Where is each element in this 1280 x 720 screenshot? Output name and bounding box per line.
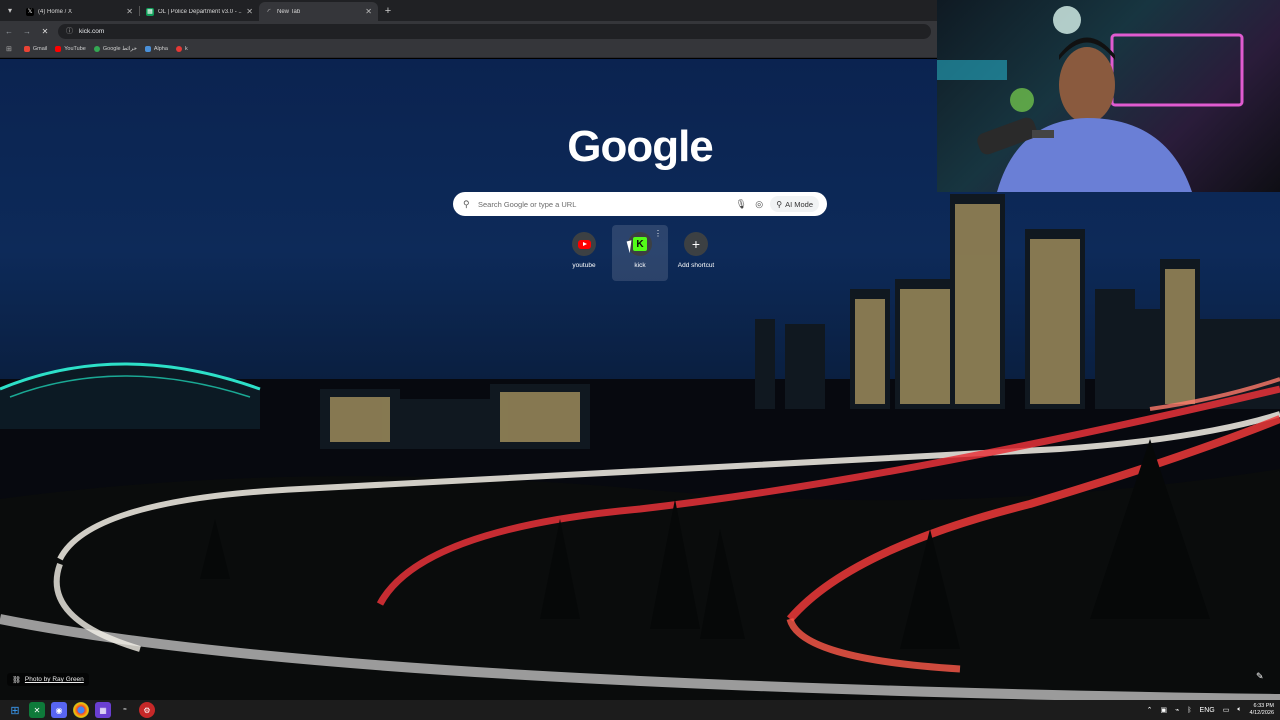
chrome-icon[interactable] (73, 702, 89, 718)
tab-title: (4) Home / X (38, 8, 73, 15)
browser-toolbar: ← → ✕ ⓘ kick.com (0, 21, 937, 41)
ai-mode-label: AI Mode (785, 199, 813, 209)
tab-home-x[interactable]: 𝕏 (4) Home / X ✕ (20, 2, 139, 21)
shortcuts-row: youtube ⋮ K kick + Add shortcut (556, 225, 724, 281)
tab-search-icon[interactable]: ▾ (0, 0, 20, 21)
bookmark-favicon-icon (175, 46, 182, 52)
system-tray: ⌃ ▣ ⌁ ᛒ ENG ▭ 🔈︎ 6:33 PM 4/12/2026 (1139, 703, 1280, 717)
photo-credit[interactable]: ⛓ Photo by Ray Green (7, 673, 89, 686)
youtube-icon (55, 46, 62, 52)
usb-icon[interactable]: ⌁ (1175, 706, 1179, 714)
tab-strip: ▾ 𝕏 (4) Home / X ✕ ▦ OL | Police Departm… (0, 0, 937, 21)
bookmark-label: Alpha (153, 46, 168, 52)
maps-pin-icon (93, 46, 100, 52)
obs-app-icon[interactable]: ≈ (117, 702, 133, 718)
google-lens-icon[interactable]: ◎ (752, 199, 766, 210)
more-options-icon[interactable]: ⋮ (654, 229, 662, 238)
plus-icon: + (691, 236, 701, 252)
bookmark-youtube[interactable]: YouTube (55, 46, 86, 52)
chevron-up-icon[interactable]: ⌃ (1147, 706, 1153, 714)
ai-search-icon: ⚲ (776, 199, 783, 209)
alpha-icon (144, 46, 151, 52)
taskbar-apps: ⊞ ✕ ◉ ▦ ≈ ⚙ (0, 702, 161, 718)
app-grid-icon[interactable]: ▦ (95, 702, 111, 718)
bookmark-label: k (184, 46, 188, 52)
bookmark-gmail[interactable]: Gmail (23, 46, 48, 52)
shortcut-icon-circle (572, 232, 596, 256)
bookmark-label: Google خرائط (102, 46, 137, 52)
bookmark-alpha[interactable]: Alpha (144, 46, 168, 52)
taskbar: ⊞ ✕ ◉ ▦ ≈ ⚙ ⌃ ▣ ⌁ ᛒ ENG ▭ 🔈︎ 6:33 PM 4/1… (0, 700, 1280, 720)
forward-icon[interactable]: → (18, 22, 36, 40)
ai-mode-button[interactable]: ⚲ AI Mode (770, 196, 819, 212)
shortcut-youtube[interactable]: youtube (556, 225, 612, 281)
webcam-image (937, 6, 1244, 192)
apps-grid-icon[interactable]: ⊞ (6, 45, 12, 53)
address-bar[interactable]: ⓘ kick.com (58, 23, 931, 39)
new-tab-button[interactable]: + (378, 0, 398, 21)
shortcut-label: Add shortcut (677, 262, 715, 269)
steam-icon[interactable]: ⚙ (139, 702, 155, 718)
shortcut-icon-circle: + (684, 232, 708, 256)
close-icon[interactable]: ✕ (126, 7, 133, 16)
customize-pencil-icon[interactable]: ✎ (1256, 671, 1264, 682)
close-icon[interactable]: ✕ (246, 7, 253, 16)
close-icon[interactable]: ✕ (365, 7, 372, 16)
clock-date: 4/12/2026 (1249, 710, 1274, 716)
tab-new-tab[interactable]: ◜ New Tab ✕ (259, 2, 378, 21)
xbox-icon[interactable]: ✕ (29, 702, 45, 718)
search-box[interactable]: ⚲ 🎙︎ ◎ ⚲ AI Mode (453, 192, 827, 216)
clock-time: 6:33 PM (1253, 703, 1274, 709)
bookmark-label: YouTube (64, 46, 86, 52)
microphone-icon[interactable]: 🎙︎ (734, 199, 748, 210)
shortcut-label: youtube (572, 262, 596, 269)
bookmarks-bar: ⊞ Gmail YouTube Google خرائط Alpha k (0, 41, 937, 58)
google-logo: Google (567, 122, 714, 171)
tray-app-icon[interactable]: ▣ (1160, 706, 1167, 714)
windows-start-icon[interactable]: ⊞ (7, 702, 23, 718)
tab-police-department[interactable]: ▦ OL | Police Department v3.0 - ... ✕ (140, 2, 259, 21)
shortcut-kick[interactable]: ⋮ K kick (612, 225, 668, 281)
bookmark-google-maps[interactable]: Google خرائط (93, 46, 137, 52)
x-logo-icon: 𝕏 (26, 7, 34, 16)
address-text: kick.com (79, 27, 105, 35)
youtube-icon (577, 239, 591, 249)
spreadsheet-icon: ▦ (146, 7, 154, 16)
tab-title: New Tab (277, 8, 301, 15)
search-icon: ⚲ (463, 198, 470, 209)
search-input[interactable] (478, 199, 731, 209)
network-icon[interactable]: ▭ (1223, 706, 1230, 714)
stop-icon[interactable]: ✕ (36, 22, 54, 40)
loading-icon: ◜ (267, 7, 271, 16)
bookmark-label: Gmail (32, 46, 48, 52)
link-icon: ⛓ (12, 676, 21, 684)
shortcut-label: kick (634, 262, 646, 269)
shortcut-add[interactable]: + Add shortcut (668, 225, 724, 281)
photo-credit-link[interactable]: Photo by Ray Green (25, 676, 84, 683)
bluetooth-icon[interactable]: ᛒ (1187, 707, 1191, 714)
webcam-overlay (937, 0, 1280, 192)
discord-icon[interactable]: ◉ (51, 702, 67, 718)
tab-title: OL | Police Department v3.0 - ... (158, 8, 243, 15)
volume-icon[interactable]: 🔈︎ (1237, 706, 1241, 714)
back-icon[interactable]: ← (0, 22, 18, 40)
bookmark-k[interactable]: k (175, 46, 188, 52)
screen: ▾ 𝕏 (4) Home / X ✕ ▦ OL | Police Departm… (0, 0, 1280, 720)
language-indicator[interactable]: ENG (1200, 707, 1215, 714)
gmail-icon (23, 46, 30, 52)
site-info-icon[interactable]: ⓘ (66, 26, 73, 36)
clock[interactable]: 6:33 PM 4/12/2026 (1250, 703, 1274, 717)
